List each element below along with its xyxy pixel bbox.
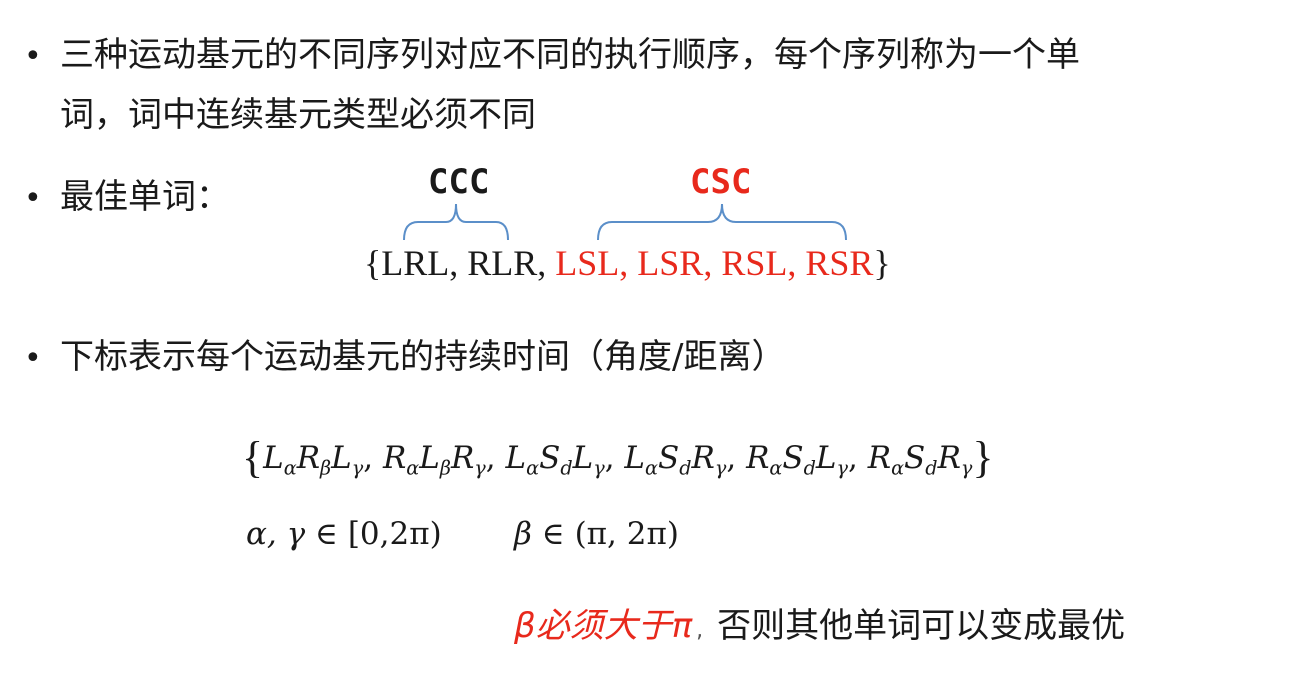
word-term: RαLβRγ: [382, 440, 486, 480]
primitive-subscript: γ: [474, 456, 486, 480]
primitive-subscript: d: [925, 456, 938, 480]
primitive-letter: R: [691, 440, 715, 476]
primitive-letter: R: [746, 440, 770, 476]
note-red: β必须大于π: [514, 606, 693, 646]
separator: ,: [485, 440, 506, 476]
primitive-letter: L: [572, 440, 594, 476]
primitive-letter: L: [505, 440, 527, 476]
primitive-letter: S: [782, 440, 804, 476]
bullet-dot: •: [24, 341, 42, 376]
separator: ,: [848, 440, 868, 476]
primitive-letter: S: [904, 440, 926, 476]
range1-set: ∈ [0,2π): [315, 516, 442, 552]
primitive-subscript: γ: [836, 456, 848, 480]
primitive-letter: L: [419, 440, 440, 476]
primitive-subscript: β: [439, 456, 451, 480]
primitive-letter: R: [382, 440, 407, 476]
primitive-letter: S: [539, 440, 561, 476]
csc-words: LSL, LSR, RSL, RSR: [555, 243, 874, 283]
open-brace: {: [364, 243, 382, 283]
separator: ,: [604, 440, 625, 476]
primitive-subscript: γ: [593, 456, 605, 480]
primitive-letter: R: [867, 440, 892, 476]
primitive-subscript: γ: [714, 456, 727, 480]
range2-var: β: [514, 516, 532, 552]
ccc-label: CCC: [428, 162, 490, 202]
bullet-dot: •: [24, 181, 42, 216]
ccc-words: LRL, RLR,: [381, 243, 547, 283]
primitive-subscript: β: [320, 456, 332, 480]
primitive-letter: R: [937, 440, 961, 476]
primitive-letter: L: [263, 440, 284, 476]
primitive-subscript: α: [645, 456, 658, 480]
primitive-subscript: d: [679, 456, 692, 480]
word-set-formula: {LαRβLγ, RαLβRγ, LαSdLγ, LαSdRγ, RαSdLγ,…: [242, 433, 994, 482]
primitive-subscript: α: [526, 456, 540, 480]
note-sep: ,: [696, 618, 704, 643]
bullet3-text: 下标表示每个运动基元的持续时间（角度/距离）: [60, 337, 786, 377]
primitive-subscript: α: [769, 456, 783, 480]
range-alpha-gamma: α, γ ∈ [0,2π): [246, 516, 442, 552]
primitive-letter: L: [624, 440, 645, 476]
primitive-subscript: γ: [960, 456, 973, 480]
bullet1-line2: 词，词中连续基元类型必须不同: [60, 95, 536, 135]
word-term: LαSdLγ: [505, 440, 605, 480]
range1-vars: α, γ: [246, 516, 306, 552]
primitive-letter: R: [296, 440, 321, 476]
range2-set: ∈ (π, 2π): [541, 516, 679, 552]
note-line: β必须大于π, 否则其他单词可以变成最优: [514, 598, 1125, 647]
primitive-letter: L: [815, 440, 837, 476]
primitive-letter: R: [450, 440, 475, 476]
primitive-subscript: α: [406, 456, 420, 480]
range-beta: β ∈ (π, 2π): [514, 516, 679, 552]
separator: ,: [363, 440, 383, 476]
primitive-subscript: d: [803, 456, 816, 480]
word-term: RαSdRγ: [867, 440, 973, 480]
primitive-subscript: α: [891, 456, 905, 480]
bullet-dot: •: [24, 39, 42, 74]
word-term: RαSdLγ: [746, 440, 848, 480]
separator: ,: [726, 440, 747, 476]
brace-csc: [597, 203, 847, 241]
note-black: 否则其他单词可以变成最优: [717, 606, 1126, 646]
csc-label: CSC: [690, 162, 752, 202]
primitive-letter: S: [657, 440, 680, 476]
word-term: LαSdRγ: [624, 440, 726, 480]
primitive-subscript: α: [283, 456, 297, 480]
bullet2-label: 最佳单词：: [60, 177, 230, 217]
primitive-letter: L: [331, 440, 352, 476]
close-brace: }: [873, 243, 891, 283]
primitive-subscript: d: [560, 456, 573, 480]
word-term: LαRβLγ: [263, 440, 363, 480]
words-line: {LRL, RLR, LSL, LSR, RSL, RSR}: [364, 242, 891, 284]
primitive-subscript: γ: [351, 456, 364, 480]
bullet1-line1: 三种运动基元的不同序列对应不同的执行顺序，每个序列称为一个单: [60, 35, 1080, 75]
